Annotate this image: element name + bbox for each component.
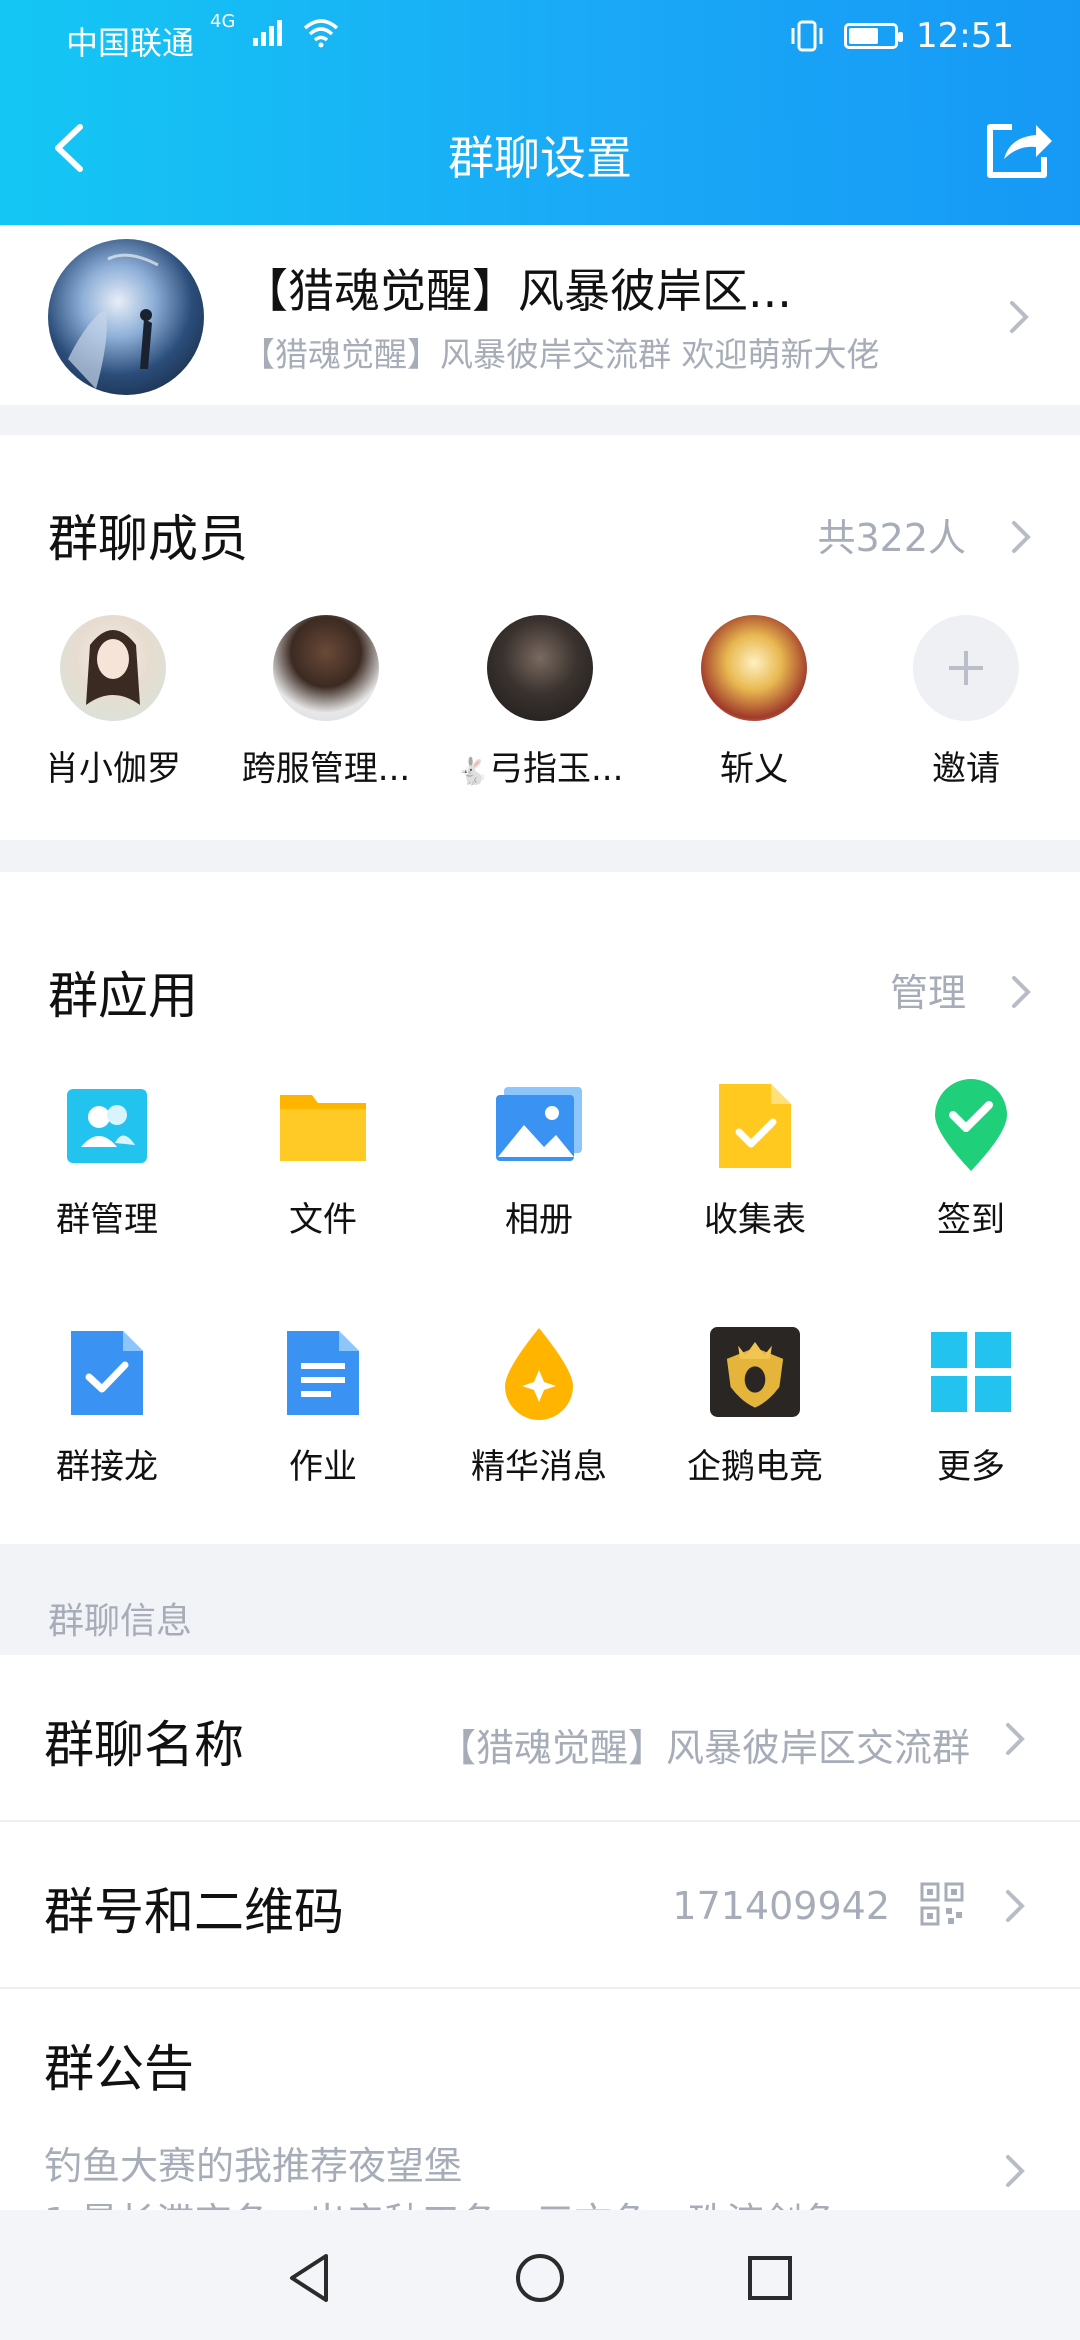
invite-label: 邀请: [932, 749, 1000, 789]
status-right: 12:51: [788, 16, 1014, 56]
group-profile-row[interactable]: 【猎魂觉醒】风暴彼岸区... 【猎魂觉醒】风暴彼岸交流群 欢迎萌新大佬: [0, 225, 1080, 405]
member-item[interactable]: 跨服管理...: [226, 615, 426, 790]
qr-code-icon: [920, 1882, 964, 1926]
network-type-label: 4G: [210, 10, 236, 32]
app-label: 收集表: [704, 1200, 806, 1240]
row-value: 【猎魂觉醒】风暴彼岸区交流群: [437, 1726, 970, 1770]
homework-icon: [278, 1327, 368, 1417]
chevron-right-icon: [1006, 2155, 1025, 2187]
app-label: 群管理: [56, 1200, 158, 1240]
info-section-label: 群聊信息: [48, 1601, 193, 1642]
app-penguin-esports[interactable]: 企鹅电竞: [655, 1327, 855, 1488]
nav-back-icon[interactable]: [280, 2248, 340, 2308]
app-relay[interactable]: 群接龙: [7, 1327, 207, 1488]
member-count[interactable]: 共322人: [817, 507, 966, 562]
plus-icon: [913, 615, 1019, 721]
app-files[interactable]: 文件: [223, 1080, 423, 1241]
row-value: 171409942: [672, 1884, 890, 1928]
apps-title: 群应用: [48, 967, 198, 1025]
members-card: 群聊成员 共322人 肖小伽罗 跨服管理... 🐇弓指玉... 斩乂 邀请: [0, 435, 1080, 840]
group-name-row[interactable]: 群聊名称 【猎魂觉醒】风暴彼岸区交流群: [0, 1655, 1080, 1820]
nav-recents-icon[interactable]: [740, 2248, 800, 2308]
app-more[interactable]: 更多: [871, 1327, 1071, 1488]
clock: 12:51: [916, 16, 1014, 56]
member-avatar: [701, 615, 807, 721]
app-essence[interactable]: 精华消息: [439, 1327, 639, 1488]
chevron-right-icon: [1010, 301, 1029, 333]
more-grid-icon: [926, 1327, 1016, 1417]
header: 中国联通 4G 12:51 群聊设置: [0, 0, 1080, 225]
collect-form-icon: [710, 1080, 800, 1170]
app-label: 相册: [505, 1200, 573, 1240]
member-name: 斩乂: [720, 749, 788, 789]
chevron-right-icon: [1006, 1723, 1025, 1755]
app-label: 更多: [937, 1447, 1005, 1487]
album-icon: [494, 1080, 584, 1170]
group-name: 【猎魂觉醒】风暴彼岸区...: [242, 264, 792, 318]
group-manage-icon: [62, 1080, 152, 1170]
row-title: 群聊名称: [44, 1716, 244, 1774]
row-title: 群号和二维码: [44, 1883, 344, 1941]
essence-icon: [494, 1327, 584, 1420]
member-name: 肖小伽罗: [45, 749, 181, 789]
member-item[interactable]: 🐇弓指玉...: [440, 615, 640, 790]
app-label: 签到: [937, 1200, 1005, 1240]
app-label: 文件: [289, 1200, 357, 1240]
chevron-right-icon: [1006, 1890, 1025, 1922]
member-name: 跨服管理...: [241, 749, 411, 789]
chevron-right-icon[interactable]: [1006, 972, 1034, 1012]
wifi-icon: [304, 19, 339, 48]
vibrate-icon: [791, 20, 823, 52]
member-item[interactable]: 斩乂: [654, 615, 854, 790]
app-group-manage[interactable]: 群管理: [7, 1080, 207, 1241]
checkin-icon: [926, 1079, 1016, 1171]
member-name: 🐇弓指玉...: [456, 749, 624, 789]
notice-line: 1.最长滞空条、出产秋刃条、三文鱼、珠淀剑鱼: [44, 2191, 840, 2210]
invite-button[interactable]: 邀请: [866, 615, 1066, 790]
app-label: 群接龙: [56, 1447, 158, 1487]
member-item[interactable]: 肖小伽罗: [13, 615, 213, 790]
battery-icon: [844, 23, 904, 49]
app-collect-form[interactable]: 收集表: [655, 1080, 855, 1241]
page-title: 群聊设置: [448, 131, 632, 185]
notice-line: 钓鱼大赛的我推荐夜望堡: [44, 2144, 463, 2188]
app-album[interactable]: 相册: [439, 1080, 639, 1241]
group-avatar: [48, 239, 204, 395]
app-label: 企鹅电竞: [687, 1447, 823, 1487]
status-bar: 中国联通 4G 12:51: [0, 0, 1080, 75]
manage-link[interactable]: 管理: [890, 962, 966, 1017]
members-title: 群聊成员: [48, 510, 248, 568]
signal-icon: [253, 20, 283, 46]
emoji-badge-icon: 🐇: [456, 757, 489, 787]
share-icon[interactable]: [982, 113, 1056, 183]
app-homework[interactable]: 作业: [223, 1327, 423, 1488]
penguin-esports-icon: [710, 1327, 800, 1417]
member-avatar: [487, 615, 593, 721]
app-checkin[interactable]: 签到: [871, 1079, 1071, 1241]
group-id-row[interactable]: 群号和二维码 171409942: [0, 1822, 1080, 1987]
group-apps-card: 群应用 管理 群管理 文件 相册 收集表 签到 群接龙 作业 精华消息 企鹅电竞…: [0, 872, 1080, 1544]
network-icons: 4G: [210, 11, 339, 48]
member-avatar: [60, 615, 166, 721]
nav-bar: 群聊设置: [0, 75, 1080, 225]
nav-home-icon[interactable]: [510, 2248, 570, 2308]
carrier-label: 中国联通: [66, 24, 195, 62]
app-label: 作业: [289, 1447, 357, 1487]
folder-icon: [278, 1080, 368, 1170]
system-nav-bar: [0, 2210, 1080, 2340]
app-label: 精华消息: [471, 1447, 607, 1487]
row-title: 群公告: [44, 2040, 194, 2098]
group-subtitle: 【猎魂觉醒】风暴彼岸交流群 欢迎萌新大佬: [242, 335, 880, 374]
relay-icon: [62, 1327, 152, 1417]
group-notice-row[interactable]: 群公告 钓鱼大赛的我推荐夜望堡 1.最长滞空条、出产秋刃条、三文鱼、珠淀剑鱼: [0, 1989, 1080, 2210]
member-avatar: [273, 615, 379, 721]
chevron-right-icon[interactable]: [1006, 517, 1034, 557]
